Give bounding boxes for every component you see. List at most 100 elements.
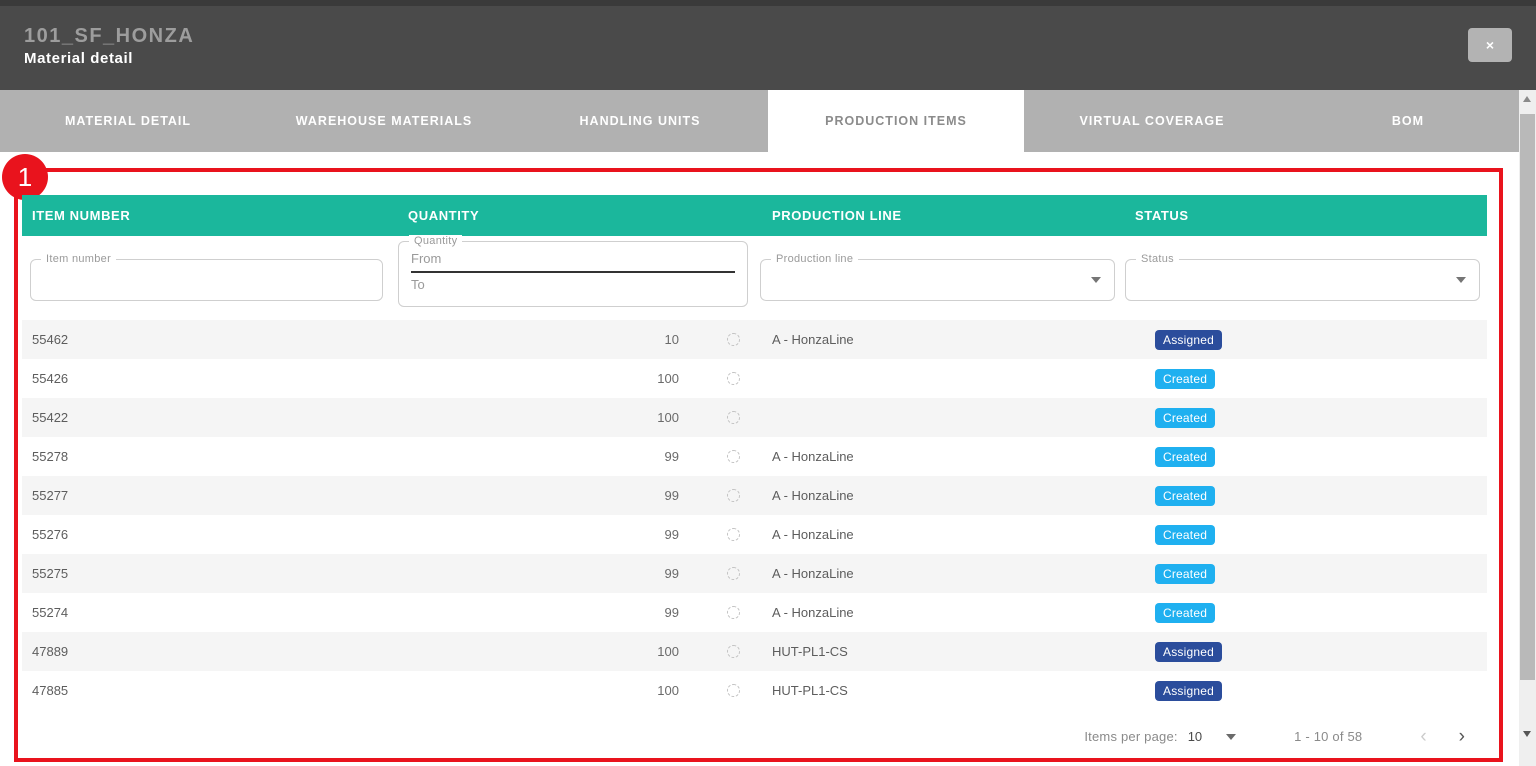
scroll-up-icon[interactable] <box>1523 96 1531 102</box>
tab-bar: MATERIAL DETAIL WAREHOUSE MATERIALS HAND… <box>0 90 1536 152</box>
production-line-cell: A - HonzaLine <box>762 554 1125 593</box>
production-line-cell: A - HonzaLine <box>762 593 1125 632</box>
item-number-filter-label: Item number <box>41 253 116 265</box>
quantity-from-input[interactable]: From <box>411 251 735 273</box>
items-per-page-label: Items per page: <box>1084 729 1177 744</box>
status-badge: Assigned <box>1155 642 1222 662</box>
sync-icon <box>727 333 740 346</box>
quantity-filter-group: Quantity From To <box>398 241 748 307</box>
status-cell: Created <box>1125 437 1487 476</box>
status-badge: Assigned <box>1155 681 1222 701</box>
modal-header: 101_SF_HONZA Material detail × <box>0 0 1536 90</box>
tab-handling-units[interactable]: HANDLING UNITS <box>512 90 768 152</box>
chevron-down-icon <box>1091 277 1101 283</box>
col-header-status: STATUS <box>1125 195 1487 236</box>
item-number-filter-input[interactable] <box>31 260 382 300</box>
table-row[interactable]: 55274 99 A - HonzaLine Created <box>22 593 1487 632</box>
item-number-filter[interactable]: Item number <box>30 259 383 301</box>
vertical-scrollbar[interactable] <box>1519 90 1536 766</box>
sync-icon <box>727 411 740 424</box>
table-row[interactable]: 55278 99 A - HonzaLine Created <box>22 437 1487 476</box>
status-filter[interactable]: Status <box>1125 259 1480 301</box>
status-cell: Created <box>1125 359 1487 398</box>
production-line-cell: HUT-PL1-CS <box>762 671 1125 710</box>
status-badge: Created <box>1155 486 1215 506</box>
sync-icon <box>727 528 740 541</box>
table-header-row: ITEM NUMBER QUANTITY PRODUCTION LINE STA… <box>22 195 1487 236</box>
quantity-cell: 100 <box>398 632 762 671</box>
quantity-to-input[interactable]: To <box>411 277 735 292</box>
status-cell: Assigned <box>1125 671 1487 710</box>
quantity-cell: 99 <box>398 515 762 554</box>
production-line-cell: A - HonzaLine <box>762 476 1125 515</box>
status-badge: Created <box>1155 564 1215 584</box>
sync-icon <box>727 450 740 463</box>
modal-title: 101_SF_HONZA <box>24 25 194 48</box>
next-page-button[interactable]: › <box>1459 726 1465 748</box>
page-range-label: 1 - 10 of 58 <box>1294 729 1362 744</box>
item-number-cell: 55276 <box>22 515 398 554</box>
items-per-page-dropdown[interactable] <box>1226 734 1236 740</box>
previous-page-button[interactable]: ‹ <box>1420 726 1426 748</box>
production-line-cell <box>762 398 1125 437</box>
tab-production-items[interactable]: PRODUCTION ITEMS <box>768 90 1024 152</box>
production-line-cell: A - HonzaLine <box>762 437 1125 476</box>
production-items-table: ITEM NUMBER QUANTITY PRODUCTION LINE STA… <box>22 195 1487 763</box>
production-line-cell: A - HonzaLine <box>762 515 1125 554</box>
status-badge: Assigned <box>1155 330 1222 350</box>
close-icon: × <box>1486 37 1494 53</box>
sync-icon <box>727 684 740 697</box>
status-badge: Created <box>1155 525 1215 545</box>
quantity-cell: 99 <box>398 437 762 476</box>
item-number-cell: 55275 <box>22 554 398 593</box>
item-number-cell: 55274 <box>22 593 398 632</box>
status-cell: Created <box>1125 554 1487 593</box>
quantity-cell: 99 <box>398 554 762 593</box>
col-header-item-number: ITEM NUMBER <box>22 195 398 236</box>
production-items-panel: 1 ITEM NUMBER QUANTITY PRODUCTION LINE S… <box>0 152 1536 766</box>
filter-row: Item number Quantity From To Production … <box>22 236 1487 320</box>
item-number-cell: 55422 <box>22 398 398 437</box>
table-row[interactable]: 55275 99 A - HonzaLine Created <box>22 554 1487 593</box>
production-line-cell: A - HonzaLine <box>762 320 1125 359</box>
status-cell: Created <box>1125 593 1487 632</box>
col-header-production-line: PRODUCTION LINE <box>762 195 1125 236</box>
tab-bom[interactable]: BOM <box>1280 90 1536 152</box>
quantity-cell: 99 <box>398 476 762 515</box>
status-cell: Created <box>1125 515 1487 554</box>
quantity-cell: 100 <box>398 359 762 398</box>
status-badge: Created <box>1155 369 1215 389</box>
scroll-down-icon[interactable] <box>1523 731 1531 737</box>
scrollbar-thumb[interactable] <box>1520 114 1535 680</box>
annotation-badge: 1 <box>2 154 48 200</box>
tab-warehouse-materials[interactable]: WAREHOUSE MATERIALS <box>256 90 512 152</box>
item-number-cell: 55277 <box>22 476 398 515</box>
item-number-cell: 47885 <box>22 671 398 710</box>
tab-virtual-coverage[interactable]: VIRTUAL COVERAGE <box>1024 90 1280 152</box>
table-row[interactable]: 47889 100 HUT-PL1-CS Assigned <box>22 632 1487 671</box>
chevron-down-icon <box>1456 277 1466 283</box>
table-row[interactable]: 47885 100 HUT-PL1-CS Assigned <box>22 671 1487 710</box>
status-cell: Created <box>1125 398 1487 437</box>
close-button[interactable]: × <box>1468 28 1512 62</box>
status-cell: Assigned <box>1125 320 1487 359</box>
item-number-cell: 55278 <box>22 437 398 476</box>
quantity-cell: 99 <box>398 593 762 632</box>
production-line-filter[interactable]: Production line <box>760 259 1115 301</box>
item-number-cell: 55462 <box>22 320 398 359</box>
sync-icon <box>727 645 740 658</box>
sync-icon <box>727 489 740 502</box>
status-badge: Created <box>1155 447 1215 467</box>
table-row[interactable]: 55462 10 A - HonzaLine Assigned <box>22 320 1487 359</box>
sync-icon <box>727 372 740 385</box>
status-cell: Created <box>1125 476 1487 515</box>
production-line-cell <box>762 359 1125 398</box>
item-number-cell: 47889 <box>22 632 398 671</box>
table-row[interactable]: 55276 99 A - HonzaLine Created <box>22 515 1487 554</box>
table-row[interactable]: 55422 100 Created <box>22 398 1487 437</box>
table-row[interactable]: 55426 100 Created <box>22 359 1487 398</box>
tab-material-detail[interactable]: MATERIAL DETAIL <box>0 90 256 152</box>
quantity-cell: 10 <box>398 320 762 359</box>
table-row[interactable]: 55277 99 A - HonzaLine Created <box>22 476 1487 515</box>
items-per-page-value: 10 <box>1188 729 1202 744</box>
